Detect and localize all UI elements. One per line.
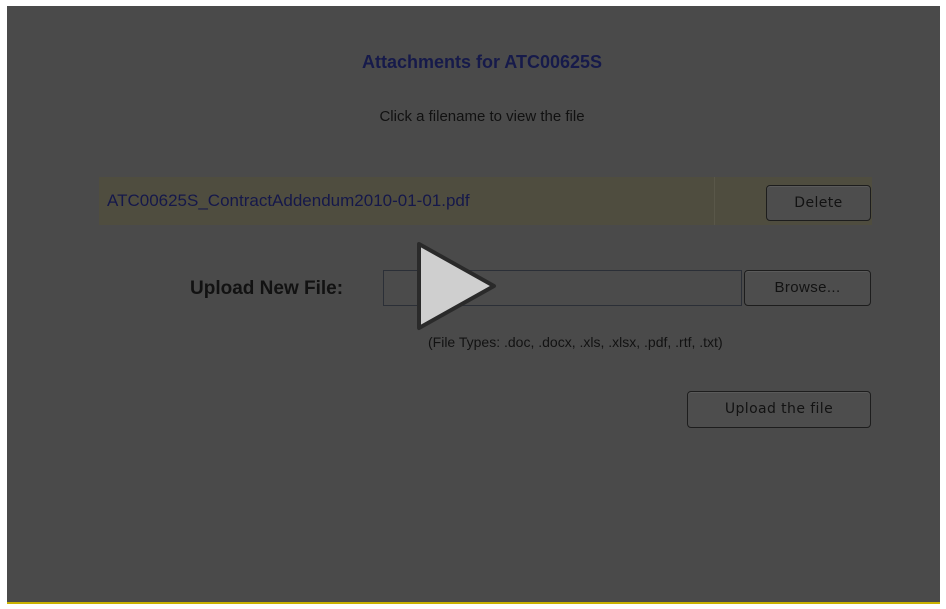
upload-label: Upload New File: — [190, 278, 344, 299]
play-icon[interactable] — [405, 239, 505, 339]
upload-button[interactable]: Upload the file — [687, 391, 871, 428]
browse-button[interactable]: Browse... — [744, 270, 871, 306]
video-player[interactable]: Attachments for ATC00625S Click a filena… — [7, 6, 940, 604]
attachment-file-link[interactable]: ATC00625S_ContractAddendum2010-01-01.pdf — [107, 191, 470, 211]
page-subtitle: Click a filename to view the file — [379, 108, 585, 125]
page-title: Attachments for ATC00625S — [361, 52, 603, 72]
attachment-row: ATC00625S_ContractAddendum2010-01-01.pdf — [99, 177, 872, 225]
row-divider — [714, 177, 715, 225]
delete-button[interactable]: Delete — [766, 185, 871, 221]
